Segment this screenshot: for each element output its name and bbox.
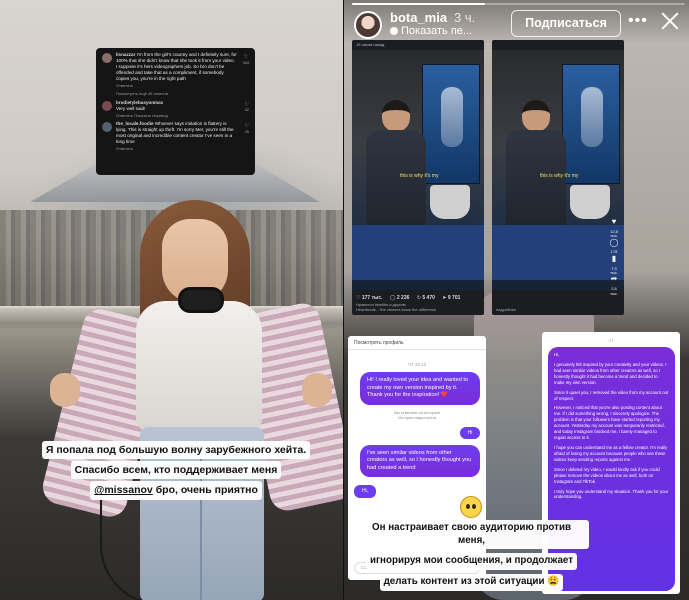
couch bbox=[492, 225, 624, 280]
story-time: 3 ч. bbox=[454, 10, 476, 25]
video-overlay-text: this is why it's my bbox=[540, 173, 579, 179]
caption-line-2: Спасибо всем, кто поддерживает меня bbox=[70, 461, 282, 480]
chat-timestamp: ЧТ 22:13 bbox=[407, 362, 427, 367]
comment-text: Very well said! bbox=[116, 105, 146, 111]
caption-line-2: игнорируя мои сообщения, и продолжает bbox=[365, 553, 578, 571]
comment-avatar bbox=[102, 100, 112, 111]
follow-button[interactable]: Подписаться bbox=[511, 10, 621, 37]
video-overlay-text: this is why it's my bbox=[400, 173, 439, 179]
story-caption-right: Он настраивает свою аудиторию против мен… bbox=[354, 520, 589, 592]
heart-icon: ♥ bbox=[611, 217, 617, 226]
pot bbox=[430, 185, 470, 219]
left-hand bbox=[50, 373, 80, 407]
bookmark-icon: ▮ bbox=[611, 253, 617, 263]
pot bbox=[570, 185, 610, 219]
saves-count: ➤ 9 701 bbox=[442, 295, 461, 301]
comment-item: lisnazzar I'm from the girl's country an… bbox=[102, 52, 249, 89]
story-reply-note: Вы ответили на историю История недоступн… bbox=[394, 409, 440, 421]
outgoing-message: I've seen similar videos from other crea… bbox=[360, 444, 480, 478]
story-progress-fill bbox=[352, 3, 486, 5]
headphones-icon bbox=[178, 287, 224, 313]
comments-count: ◯ 2 236 bbox=[389, 295, 410, 301]
share-icon: ➦ bbox=[610, 274, 618, 284]
chat-timestamp: ЧТ bbox=[608, 338, 614, 343]
window-poster bbox=[422, 64, 480, 184]
likes-count: ♡ 177 тыс. bbox=[356, 295, 383, 301]
mention-link[interactable]: @missanov bbox=[94, 484, 153, 496]
comment-avatar bbox=[102, 53, 112, 63]
comment-item: the_locale.foodie Whoever says imitation… bbox=[102, 121, 249, 152]
comment-username: brodietylebasyonmax bbox=[116, 99, 164, 105]
comment-reply: Ответить bbox=[116, 146, 134, 152]
view-profile-link: Посмотреть профиль bbox=[348, 336, 486, 350]
caption-line-1: Он настраивает свою аудиторию против мен… bbox=[354, 520, 589, 550]
story-right-panel: 15 часов назад this is why it's my ♡ 177… bbox=[344, 0, 689, 600]
video-footer: Нравится tiemilks и другим Heartbreak...… bbox=[356, 302, 437, 312]
headphone-cable bbox=[100, 495, 170, 600]
comment-text: I'm from the girl's country and I defini… bbox=[116, 52, 237, 82]
comment-reply: Ответить bbox=[116, 83, 134, 89]
story-person-photo bbox=[39, 195, 344, 600]
story-caption-left: Я попала под большую волну зарубежного х… bbox=[40, 440, 312, 501]
comment-username: the_locale.foodie bbox=[116, 121, 154, 127]
comment-likes: 344 bbox=[242, 60, 249, 65]
right-hand bbox=[302, 373, 332, 407]
comment-item: brodietylebasyonmax Very well said! Отве… bbox=[102, 100, 249, 118]
heart-icon: ♡ 25 bbox=[244, 123, 249, 134]
video-footer: подробнее bbox=[496, 307, 517, 312]
account-username[interactable]: bota_mia bbox=[390, 10, 447, 25]
crying-emoji-icon bbox=[460, 496, 482, 518]
caption-line-3-rest: бро, очень приятно bbox=[152, 484, 258, 497]
caption-line-3: @missanov бро, очень приятно bbox=[90, 481, 262, 500]
video-screenshot-2: this is why it's my ♥ 12,8 тыс. ◯ 178 ▮ 7,9… bbox=[492, 40, 624, 315]
story-left-panel: lisnazzar I'm from the girl's country an… bbox=[0, 0, 344, 600]
video-screenshot-1: 15 часов назад this is why it's my ♡ 177… bbox=[352, 40, 484, 315]
heart-icon: ♡ 42 bbox=[244, 101, 249, 113]
video-side-actions: ♥ 12,8 тыс. ◯ 178 ▮ 7,9 тыс. ➦ 2,5 тыс. bbox=[609, 217, 619, 296]
audio-link[interactable]: Показать пе... bbox=[390, 25, 472, 37]
comment-avatar bbox=[102, 122, 112, 133]
outgoing-hi-2: Hi, bbox=[354, 485, 376, 499]
avatar[interactable] bbox=[354, 11, 382, 39]
video-scene: this is why it's my bbox=[352, 50, 484, 290]
caption-line-3: делать контент из этой ситуации 😩 bbox=[379, 574, 564, 591]
comment-username: lisnazzar bbox=[116, 52, 136, 57]
comment-likes: 42 bbox=[244, 108, 249, 113]
couch bbox=[352, 225, 484, 280]
caption-line-1: Я попала под большую волну зарубежного х… bbox=[41, 441, 311, 460]
window-poster bbox=[562, 64, 620, 184]
comment-likes: 25 bbox=[244, 129, 249, 134]
comment-reply: Ответить Показать перевод bbox=[116, 112, 168, 118]
comments-screenshot: lisnazzar I'm from the girl's country an… bbox=[96, 48, 255, 175]
view-more-replies: Посмотреть ещё 45 ответов bbox=[116, 90, 168, 96]
white-top bbox=[136, 301, 262, 431]
close-icon[interactable] bbox=[659, 10, 681, 32]
audio-icon bbox=[390, 27, 398, 35]
shares-count: ↻ 5 470 bbox=[416, 295, 435, 301]
video-scene: this is why it's my bbox=[492, 50, 624, 290]
outgoing-message: Hi! I really loved your idea and wanted … bbox=[360, 372, 480, 405]
outgoing-hi: Hi bbox=[460, 426, 480, 439]
heart-icon: ♡ 344 bbox=[242, 54, 249, 65]
video-stats: ♡ 177 тыс. ◯ 2 236 ↻ 5 470 ➤ 9 701 bbox=[356, 295, 466, 301]
more-horizontal-icon[interactable]: ••• bbox=[628, 12, 648, 30]
story-header: bota_mia 3 ч. Показать пе... Подписаться… bbox=[344, 0, 689, 44]
comment-icon: ◯ bbox=[609, 237, 619, 247]
story-progress-bar bbox=[352, 3, 685, 5]
